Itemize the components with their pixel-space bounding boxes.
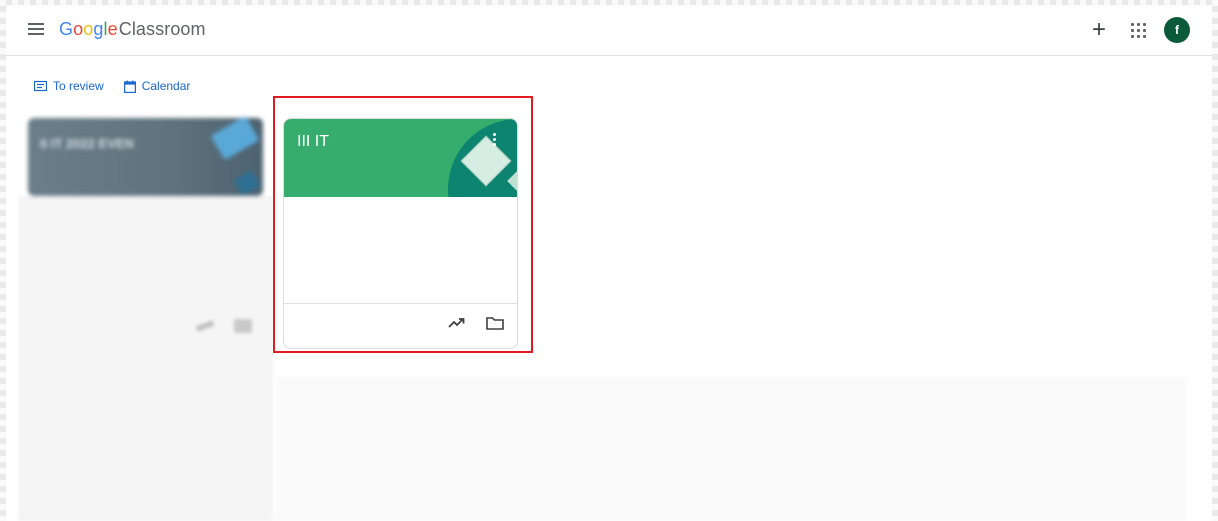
blurred-class-card[interactable]: II IT 2022 EVEN (28, 115, 263, 196)
class-card-header[interactable]: III IT (284, 119, 517, 197)
calendar-icon (123, 80, 136, 93)
calendar-link[interactable]: Calendar (123, 79, 191, 93)
class-title[interactable]: III IT (297, 133, 329, 151)
blurred-class-card-body (18, 196, 273, 521)
blurred-folder-icon (234, 319, 252, 333)
class-theme-illustration (233, 170, 261, 196)
folder-icon[interactable] (486, 316, 504, 330)
create-or-join-class-button[interactable]: + (1090, 18, 1108, 42)
google-classroom-logo[interactable]: GoogleClassroom (59, 19, 206, 40)
to-review-label: To review (53, 79, 104, 93)
blurred-background-area (276, 377, 1186, 521)
classroom-window: GoogleClassroom + f To review Calendar I… (6, 5, 1212, 521)
calendar-label: Calendar (141, 79, 191, 93)
to-review-link[interactable]: To review (34, 79, 104, 93)
google-apps-icon[interactable] (1131, 23, 1147, 39)
top-app-bar: GoogleClassroom + f (6, 5, 1212, 56)
class-card-footer (284, 303, 517, 348)
trending-up-icon[interactable] (448, 317, 466, 329)
product-name: Classroom (118, 19, 206, 39)
main-menu-icon[interactable] (28, 23, 44, 37)
class-theme-illustration (210, 115, 260, 161)
secondary-nav: To review Calendar (34, 79, 190, 93)
to-review-icon (34, 80, 47, 92)
blurred-class-title: II IT 2022 EVEN (40, 136, 134, 151)
account-avatar[interactable]: f (1164, 17, 1190, 43)
class-card[interactable]: III IT (283, 118, 518, 349)
more-options-icon[interactable] (493, 133, 497, 149)
